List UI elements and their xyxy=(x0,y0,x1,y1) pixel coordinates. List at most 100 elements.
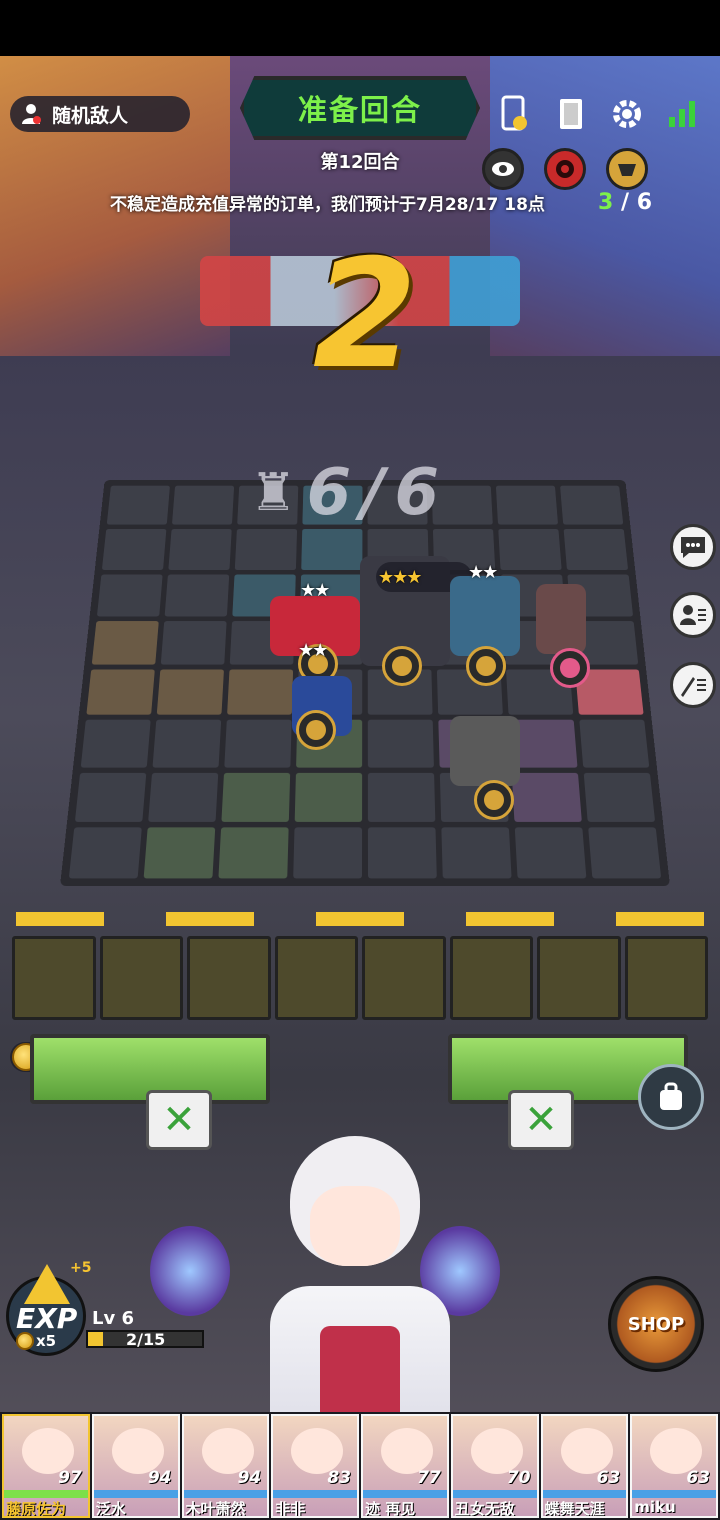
board-cell[interactable] xyxy=(367,827,437,879)
board-cell[interactable] xyxy=(68,827,142,879)
hero-name: 非非 xyxy=(275,1500,306,1518)
hero-card[interactable]: 70 丑女无敌 xyxy=(450,1414,539,1518)
board-cell[interactable] xyxy=(234,529,298,570)
board-cell[interactable] xyxy=(579,719,650,768)
bench-slot[interactable] xyxy=(624,936,708,1020)
synergy-icons xyxy=(482,148,648,190)
bench-slot[interactable] xyxy=(12,936,96,1020)
board-cell[interactable] xyxy=(106,485,170,525)
phase-title: 准备回合 xyxy=(297,93,422,127)
rose-synergy-icon[interactable] xyxy=(544,148,586,190)
board-cell[interactable] xyxy=(164,574,230,617)
board-cell[interactable] xyxy=(495,485,559,525)
phase-banner: 准备回合 xyxy=(240,76,480,140)
board-cell[interactable] xyxy=(156,669,224,715)
chat-button[interactable] xyxy=(670,524,716,570)
board-cell[interactable] xyxy=(441,827,512,879)
rook-icon: ♜ xyxy=(250,463,297,523)
hero-card[interactable]: 94 泛水 xyxy=(91,1414,180,1518)
bench-slot[interactable] xyxy=(187,936,271,1020)
board-cell[interactable] xyxy=(168,529,232,570)
unit-emblem-icon xyxy=(476,656,496,676)
board-cell[interactable] xyxy=(301,529,363,570)
board-cell[interactable] xyxy=(583,772,656,822)
board-cell[interactable] xyxy=(221,772,291,822)
synergy-count-max: 6 xyxy=(636,190,653,215)
unit-figure-blade[interactable] xyxy=(450,576,520,656)
hero-name: 木叶萧然 xyxy=(185,1500,246,1518)
shop-button[interactable]: SHOP xyxy=(608,1276,704,1372)
hero-card[interactable]: 94 木叶萧然 xyxy=(181,1414,270,1518)
status-bar xyxy=(0,0,720,56)
enemy-icon xyxy=(22,104,41,124)
unit-badge[interactable] xyxy=(466,646,506,686)
shop-label: SHOP xyxy=(627,1313,685,1335)
sell-right-x-icon[interactable]: ✕ xyxy=(508,1090,574,1150)
board-cell[interactable] xyxy=(152,719,222,768)
board-cell[interactable] xyxy=(563,529,629,570)
bench-slot[interactable] xyxy=(362,936,446,1020)
top-toolbar xyxy=(498,94,700,134)
board-cell[interactable] xyxy=(160,620,227,665)
hero-power: 83 xyxy=(327,1468,351,1488)
unit-badge[interactable] xyxy=(382,646,422,686)
bench-slot[interactable] xyxy=(274,936,358,1020)
board-cell[interactable] xyxy=(224,719,292,768)
board-cell[interactable] xyxy=(91,620,159,665)
board-cell[interactable] xyxy=(367,719,434,768)
board-cell[interactable] xyxy=(560,485,624,525)
sell-left-x-icon[interactable]: ✕ xyxy=(146,1090,212,1150)
exp-cost-coin-icon xyxy=(16,1332,34,1350)
board-cell[interactable] xyxy=(227,669,294,715)
board-cell[interactable] xyxy=(148,772,219,822)
eye-synergy-icon[interactable] xyxy=(482,148,524,190)
board-cell[interactable] xyxy=(588,827,662,879)
backpack-button[interactable] xyxy=(638,1064,704,1130)
board-cell[interactable] xyxy=(96,574,163,617)
random-enemy-button[interactable]: 随机敌人 xyxy=(10,96,190,132)
unit-badge[interactable] xyxy=(550,648,590,688)
board-cell[interactable] xyxy=(498,529,562,570)
board-cell[interactable] xyxy=(511,772,582,822)
board-cell[interactable] xyxy=(514,827,587,879)
board-cell[interactable] xyxy=(431,485,493,525)
unit-figure-gunner[interactable] xyxy=(450,716,520,786)
board-cell[interactable] xyxy=(86,669,155,715)
board-cell[interactable] xyxy=(218,827,289,879)
board-cell[interactable] xyxy=(101,529,167,570)
board-cell[interactable] xyxy=(171,485,235,525)
bench-slot[interactable] xyxy=(449,936,533,1020)
exp-label: EXP xyxy=(16,1302,78,1335)
board-cell[interactable] xyxy=(143,827,216,879)
hero-card[interactable]: 83 非非 xyxy=(271,1414,359,1518)
board-cell[interactable] xyxy=(74,772,147,822)
level-label: Lv 6 xyxy=(92,1308,134,1329)
board-cell[interactable] xyxy=(367,772,436,822)
hero-health-bar xyxy=(632,1490,716,1498)
players-icon xyxy=(680,605,706,625)
bench-slot[interactable] xyxy=(99,936,183,1020)
hero-card[interactable]: 77 迹 再见 xyxy=(361,1414,449,1518)
player-list-button[interactable] xyxy=(670,592,716,638)
board-cell[interactable] xyxy=(80,719,151,768)
switch-view-icon[interactable] xyxy=(498,94,532,134)
board-cell[interactable] xyxy=(293,827,363,879)
settings-gear-icon[interactable] xyxy=(610,94,644,134)
board-cell[interactable] xyxy=(294,772,363,822)
hero-power: 63 xyxy=(596,1468,621,1488)
avatar-face xyxy=(310,1186,400,1266)
equipment-button[interactable] xyxy=(670,662,716,708)
capacity-max: 6 xyxy=(394,456,440,530)
hero-name: 泛水 xyxy=(95,1500,126,1518)
hero-power: 63 xyxy=(686,1468,710,1488)
unit-badge[interactable] xyxy=(296,710,336,750)
unit-badge[interactable] xyxy=(474,780,514,820)
unit-figure-sword[interactable] xyxy=(536,584,586,654)
mask-synergy-icon[interactable] xyxy=(606,148,648,190)
backpack-icon xyxy=(660,1082,682,1110)
card-deck-icon[interactable] xyxy=(554,94,588,134)
hero-card[interactable]: 63 蝶舞天涯 xyxy=(540,1414,629,1518)
hero-card[interactable]: 63 miku xyxy=(630,1414,718,1518)
hero-card[interactable]: 97 藤原佐为 xyxy=(2,1414,90,1518)
bench-slot[interactable] xyxy=(537,936,621,1020)
